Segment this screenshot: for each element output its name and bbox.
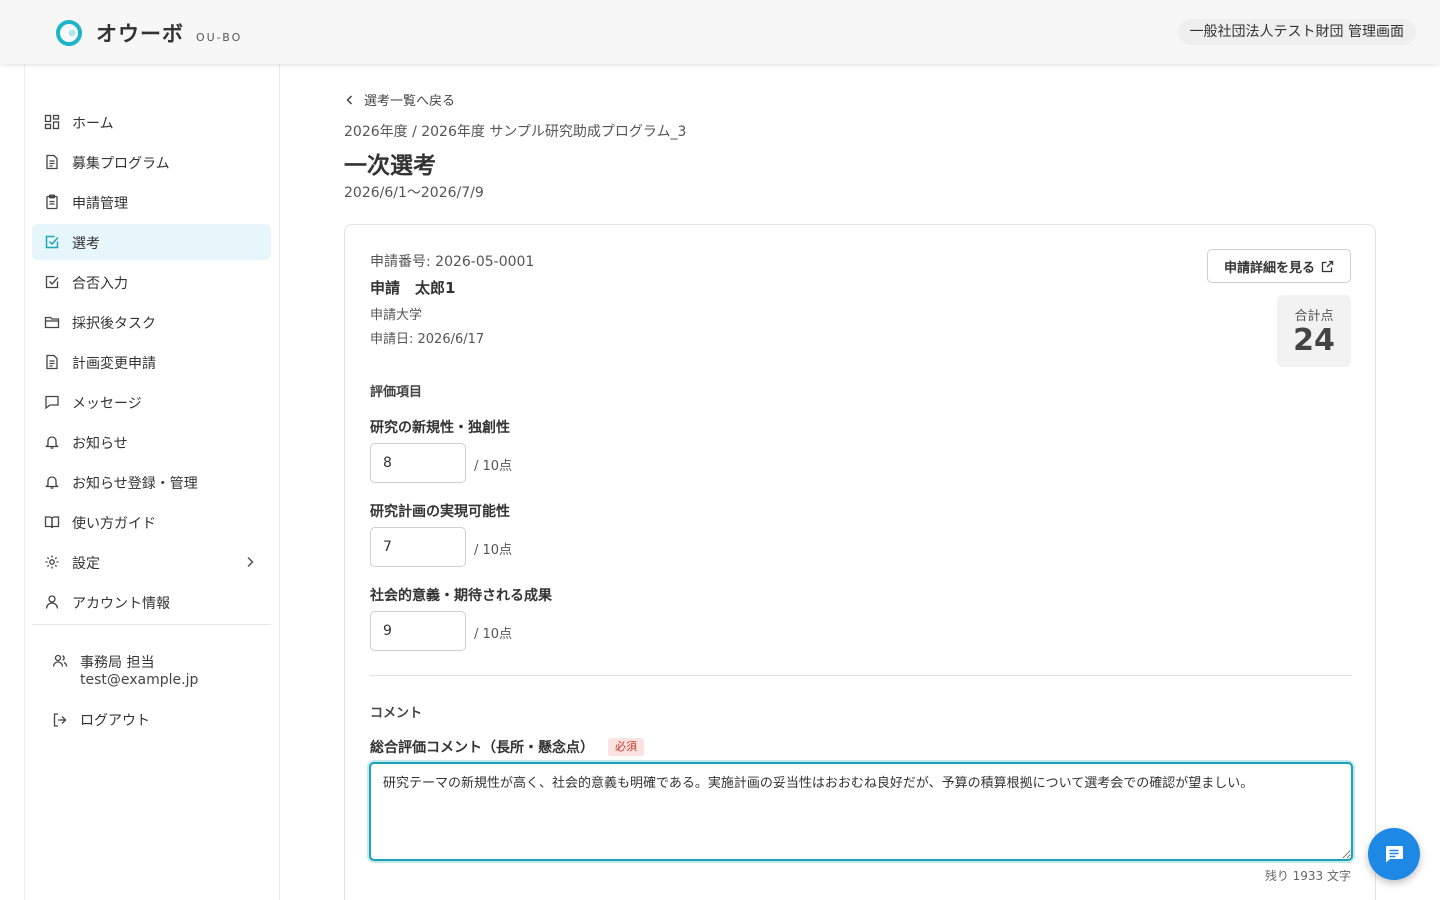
back-to-list-link[interactable]: 選考一覧へ戻る	[344, 90, 455, 109]
logo-text: オウーボ	[96, 22, 184, 46]
document-icon	[46, 354, 58, 370]
document-icon	[46, 154, 58, 170]
score-input-novelty[interactable]	[370, 443, 466, 483]
app-header: オウーボ OU-BO 一般社団法人テスト財団 管理画面	[0, 0, 1440, 64]
required-badge: 必須	[608, 738, 644, 756]
sidebar-item-programs[interactable]: 募集プログラム	[32, 144, 271, 180]
sidebar-item-screening[interactable]: 選考	[32, 224, 271, 260]
sidebar-item-guide[interactable]: 使い方ガイド	[32, 504, 271, 540]
clipboard-icon	[46, 194, 58, 210]
check-square-icon	[45, 235, 59, 249]
user-email: test@example.jp	[80, 672, 199, 688]
criterion-label: 研究計画の実現可能性	[370, 504, 510, 520]
breadcrumb: 2026年度 / 2026年度 サンプル研究助成プログラム_3	[344, 124, 687, 140]
grid-icon	[44, 114, 60, 130]
score-input-feasibility[interactable]	[370, 527, 466, 567]
bell-icon	[44, 436, 60, 449]
sidebar-item-label: アカウント情報	[72, 596, 170, 612]
evaluation-card: 申請番号: 2026-05-0001 申請 太郎1 申請大学 申請日: 2026…	[344, 224, 1376, 900]
score-max: / 10点	[474, 627, 513, 642]
sidebar-item-label: お知らせ	[72, 436, 128, 452]
sidebar-item-label: お知らせ登録・管理	[72, 476, 198, 492]
sidebar-item-post-tasks[interactable]: 採択後タスク	[32, 304, 271, 340]
screening-period: 2026/6/1〜2026/7/9	[344, 185, 484, 201]
back-link-label: 選考一覧へ戻る	[364, 94, 456, 109]
external-link-icon	[1321, 260, 1334, 272]
user-name: 事務局 担当	[80, 655, 155, 671]
sidebar-item-label: 設定	[72, 556, 100, 572]
sidebar-item-label: 採択後タスク	[72, 316, 156, 332]
sidebar-item-label: 申請管理	[72, 196, 128, 212]
logo[interactable]: オウーボ OU-BO	[56, 18, 242, 48]
user-icon	[45, 595, 59, 609]
criterion-label: 研究の新規性・独創性	[370, 420, 510, 436]
logo-mark-icon	[56, 20, 82, 46]
application-date: 申請日: 2026/6/17	[370, 332, 485, 347]
logo-subtext: OU-BO	[196, 30, 243, 44]
sidebar-item-label: メッセージ	[72, 396, 142, 412]
score-max: / 10点	[474, 543, 513, 558]
check-square-icon	[45, 275, 59, 289]
gear-icon	[45, 555, 59, 569]
comment-label: 総合評価コメント（長所・懸念点）	[370, 740, 594, 756]
sidebar: ホーム 募集プログラム 申請管理 選考 合否入力 採択後タスク 計画変更申請 メ…	[0, 64, 280, 900]
organization-badge: 一般社団法人テスト財団 管理画面	[1177, 19, 1416, 45]
book-icon	[44, 516, 60, 529]
sidebar-item-label: 使い方ガイド	[72, 516, 156, 532]
folder-icon	[44, 316, 60, 329]
sidebar-item-results[interactable]: 合否入力	[32, 264, 271, 300]
sidebar-item-applications[interactable]: 申請管理	[32, 184, 271, 220]
sidebar-item-label: 合否入力	[72, 276, 128, 292]
logout-label: ログアウト	[80, 713, 150, 729]
sidebar-item-label: ホーム	[72, 116, 114, 132]
applicant-university: 申請大学	[370, 308, 423, 323]
sidebar-item-plan-change[interactable]: 計画変更申請	[32, 344, 271, 380]
sidebar-item-settings[interactable]: 設定	[32, 544, 271, 580]
evaluation-section-title: 評価項目	[370, 385, 423, 400]
view-application-detail-button[interactable]: 申請詳細を見る	[1207, 249, 1351, 283]
total-score-value: 24	[1293, 323, 1335, 358]
score-max: / 10点	[474, 459, 513, 474]
logout-button[interactable]: ログアウト	[52, 710, 202, 730]
sidebar-item-notice-admin[interactable]: お知らせ登録・管理	[32, 464, 271, 500]
sidebar-item-label: 計画変更申請	[72, 356, 156, 372]
overall-comment-textarea[interactable]: 研究テーマの新規性が高く、社会的意義も明確である。実施計画の妥当性はおおむね良好…	[369, 762, 1353, 861]
sidebar-item-notices[interactable]: お知らせ	[32, 424, 271, 460]
bell-icon	[44, 476, 60, 489]
chat-icon	[45, 395, 59, 410]
sidebar-item-messages[interactable]: メッセージ	[32, 384, 271, 420]
detail-button-label: 申請詳細を見る	[1223, 260, 1315, 276]
chevron-left-icon	[346, 94, 353, 105]
total-score-label: 合計点	[1294, 309, 1334, 324]
users-icon	[52, 654, 68, 667]
sidebar-item-label: 選考	[72, 236, 100, 252]
score-input-social-impact[interactable]	[370, 611, 466, 651]
chat-support-button[interactable]	[1368, 828, 1420, 880]
total-score-box: 合計点 24	[1277, 295, 1351, 367]
section-divider	[370, 675, 1352, 676]
comment-label-row: 総合評価コメント（長所・懸念点） 必須	[370, 737, 644, 757]
sidebar-divider	[32, 624, 271, 625]
logout-icon	[53, 713, 67, 727]
sidebar-item-label: 募集プログラム	[72, 156, 170, 172]
sidebar-item-home[interactable]: ホーム	[32, 104, 271, 140]
chevron-right-icon	[247, 556, 254, 568]
page-title: 一次選考	[344, 153, 436, 179]
criterion-label: 社会的意義・期待される成果	[370, 588, 552, 604]
comment-section-title: コメント	[370, 706, 423, 721]
sidebar-item-account[interactable]: アカウント情報	[32, 584, 271, 620]
application-number: 申請番号: 2026-05-0001	[370, 254, 535, 270]
chat-icon	[1386, 846, 1403, 863]
applicant-name: 申請 太郎1	[370, 279, 456, 297]
remaining-char-count: 残り 1933 文字	[1264, 869, 1351, 883]
